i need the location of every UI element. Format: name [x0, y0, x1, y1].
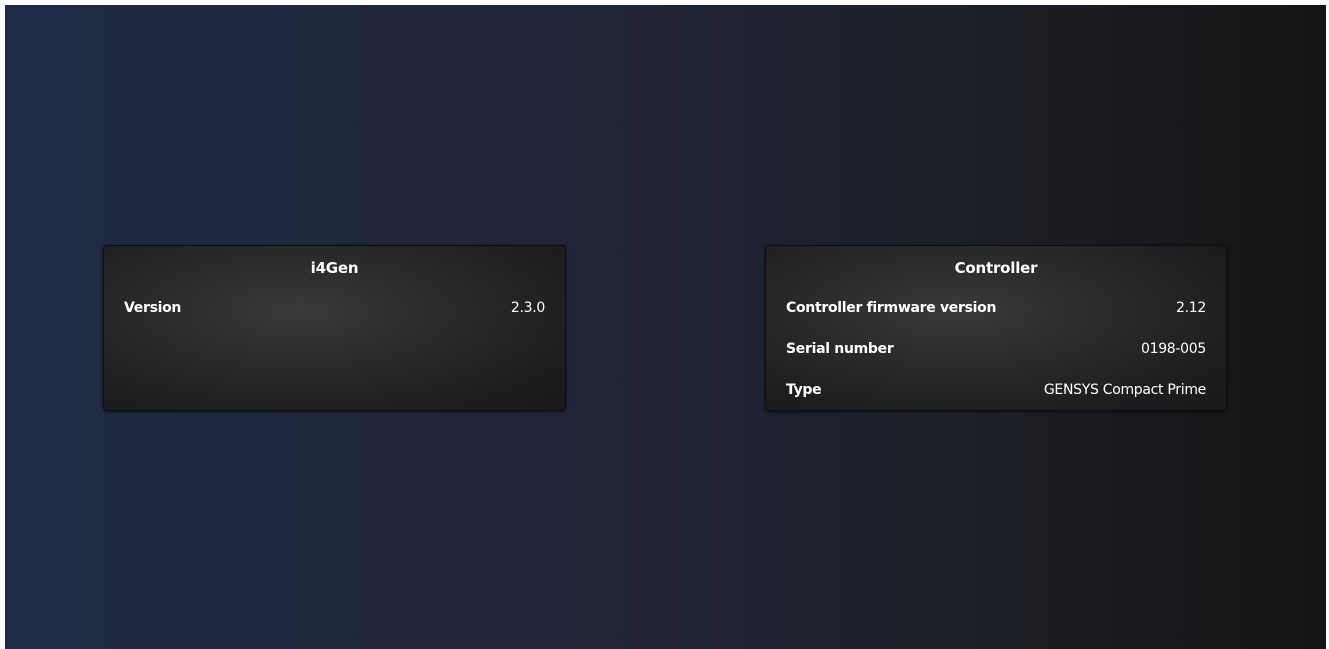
serial-number-label: Serial number [786, 341, 894, 357]
controller-info-card: Controller Controller firmware version 2… [765, 245, 1227, 411]
version-row: Version 2.3.0 [104, 298, 565, 318]
version-value: 2.3.0 [510, 300, 545, 316]
serial-number-value: 0198-005 [1140, 341, 1206, 357]
version-label: Version [124, 300, 182, 316]
app-viewport: i4Gen Version 2.3.0 Controller Controlle… [5, 5, 1326, 649]
firmware-version-value: 2.12 [1176, 300, 1206, 316]
i4gen-card-title: i4Gen [310, 259, 359, 277]
type-label: Type [786, 382, 822, 398]
controller-card-title: Controller [954, 259, 1038, 277]
type-row: Type GENSYS Compact Prime [766, 380, 1226, 400]
type-value: GENSYS Compact Prime [1043, 382, 1206, 398]
i4gen-info-card: i4Gen Version 2.3.0 [103, 245, 566, 411]
firmware-version-row: Controller firmware version 2.12 [766, 298, 1226, 318]
serial-number-row: Serial number 0198-005 [766, 339, 1226, 359]
firmware-version-label: Controller firmware version [786, 300, 997, 316]
